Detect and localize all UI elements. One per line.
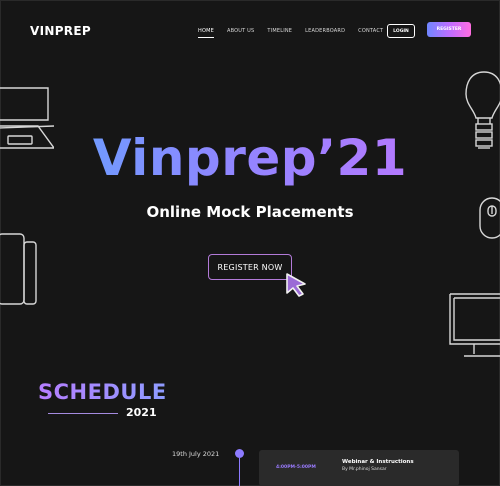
register-button[interactable]: REGISTER <box>427 22 471 37</box>
hero-title: Vinprep’21 <box>0 128 500 188</box>
nav-home[interactable]: HOME <box>198 28 214 38</box>
event-title: Webinar & Instructions <box>342 459 414 465</box>
cursor-icon <box>286 273 306 297</box>
hero-subtitle: Online Mock Placements <box>146 203 354 221</box>
nav-about-us[interactable]: ABOUT US <box>227 28 254 34</box>
phone-icon <box>0 233 37 305</box>
nav-contact[interactable]: CONTACT <box>358 28 383 34</box>
event-card[interactable]: 4:00PM-5:00PM Webinar & Instructions By … <box>259 450 459 486</box>
event-speaker: By Mr.phinoj Sansar <box>342 467 387 472</box>
monitor-icon <box>449 293 500 357</box>
main-nav: HOME ABOUT US TIMELINE LEADERBOARD CONTA… <box>198 28 396 38</box>
nav-leaderboard[interactable]: LEADERBOARD <box>305 28 345 34</box>
event-time: 4:00PM-5:00PM <box>276 465 316 470</box>
timeline-date: 19th July 2021 <box>172 450 220 458</box>
nav-timeline[interactable]: TIMELINE <box>267 28 292 34</box>
schedule-title: SCHEDULE <box>38 380 167 404</box>
schedule-underline <box>48 413 118 414</box>
timeline-dot <box>235 449 244 458</box>
timeline-line <box>239 458 240 486</box>
register-now-button[interactable]: REGISTER NOW <box>208 254 292 280</box>
login-button[interactable]: LOGIN <box>387 24 415 38</box>
brand-logo[interactable]: VINPREP <box>30 24 91 38</box>
schedule-year: 2021 <box>126 406 157 419</box>
